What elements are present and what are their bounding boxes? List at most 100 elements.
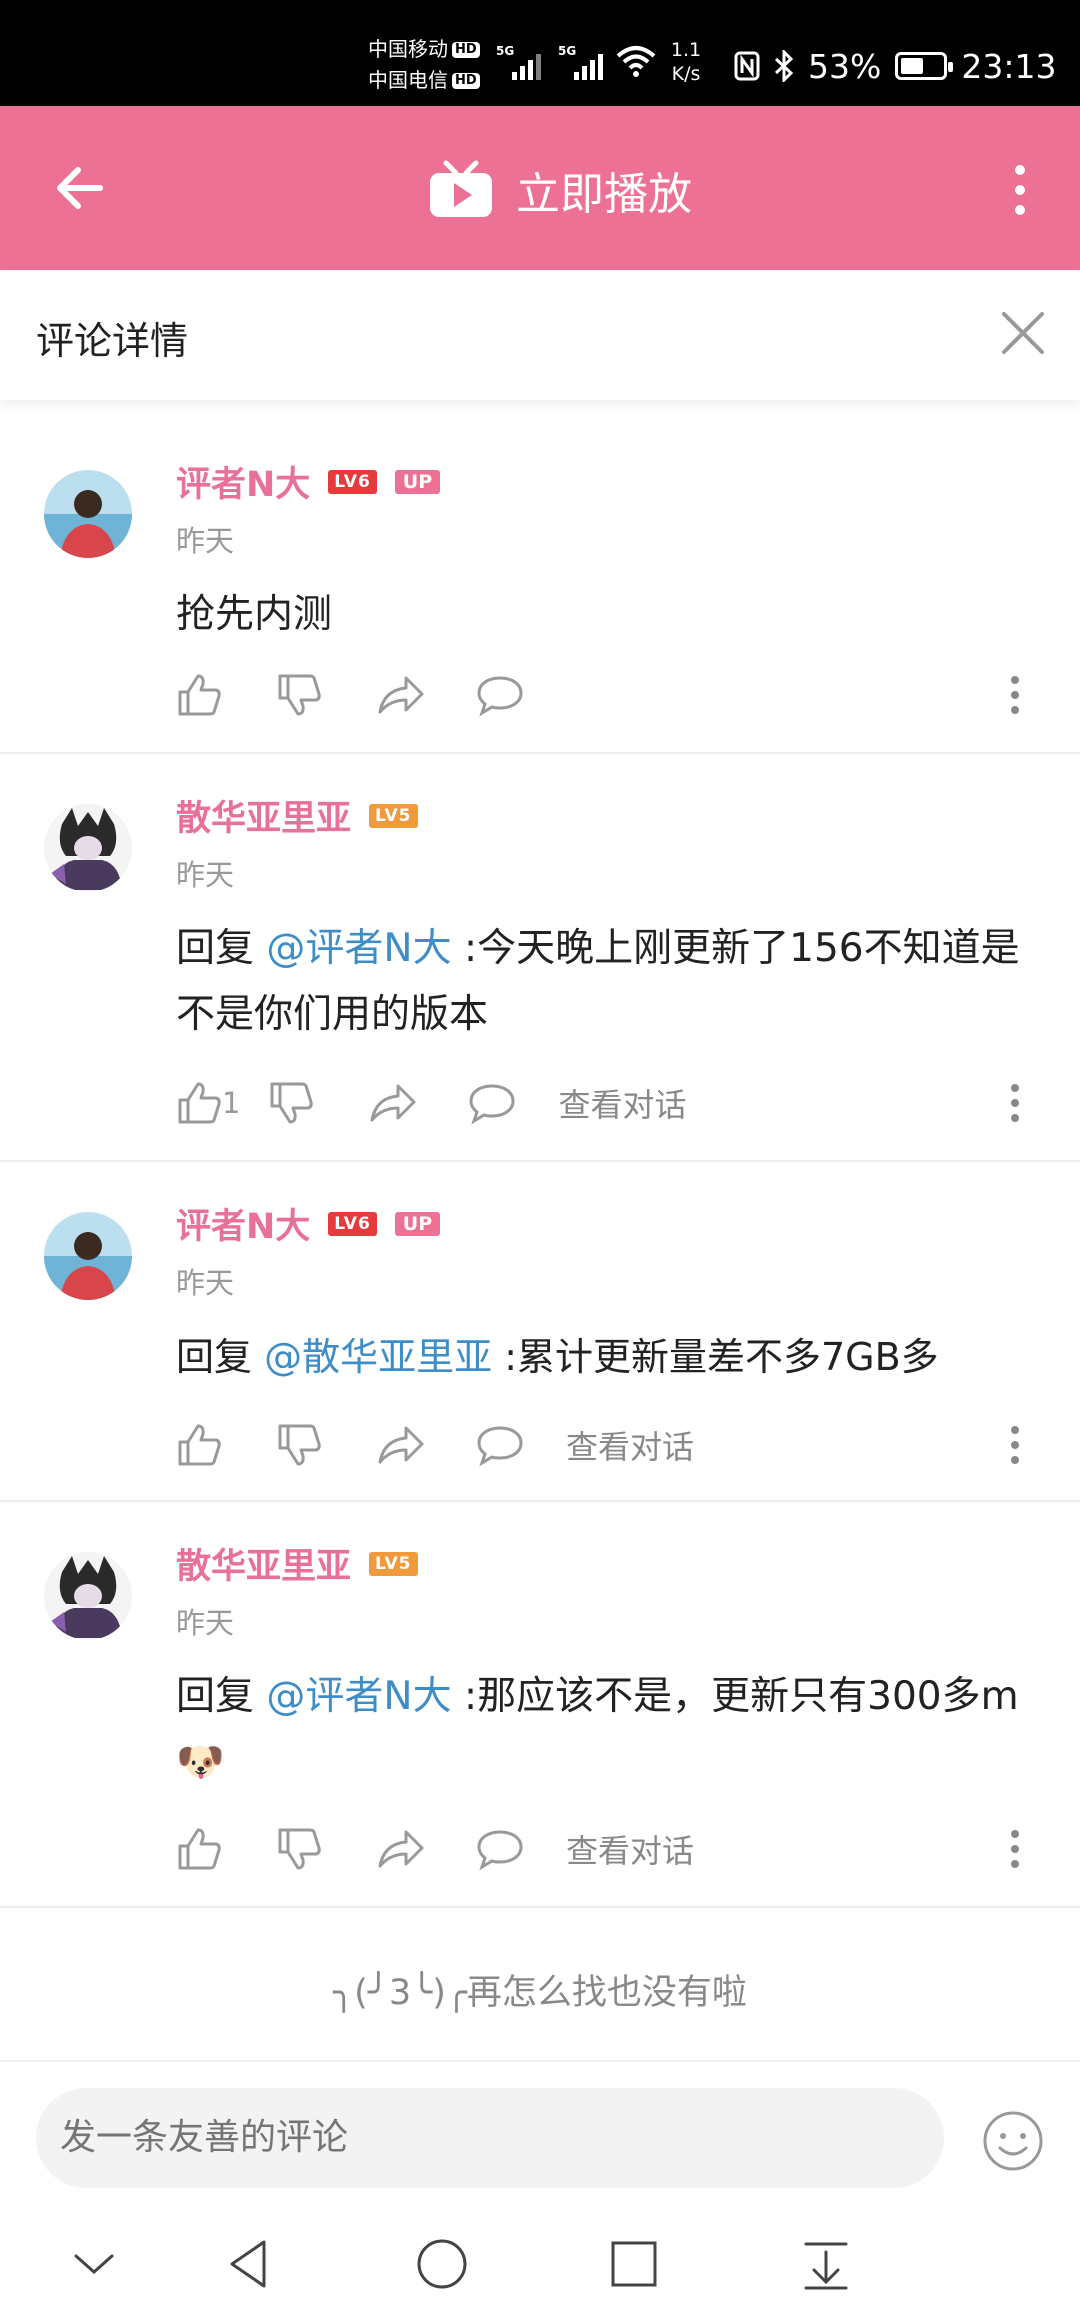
battery-icon [895, 52, 954, 80]
comment-input[interactable] [36, 2088, 944, 2188]
comment-item: 评者N大 LV6 UP 昨天 回复 @散华亚里亚 :累计更新量差不多7GB多 查… [0, 1162, 1080, 1502]
thumb-up-icon [178, 1424, 221, 1466]
chevron-down-icon[interactable] [64, 2234, 124, 2294]
signal-icon: 5G [558, 44, 608, 80]
dislike-button[interactable] [276, 670, 336, 720]
share-button[interactable] [376, 670, 436, 720]
view-conversation-link[interactable]: 查看对话 [558, 1080, 686, 1126]
reply-prefix: 回复 [176, 926, 267, 971]
mention-link[interactable]: @评者N大 [266, 926, 451, 971]
username[interactable]: 散华亚里亚 LV5 [176, 1538, 418, 1589]
share-button[interactable] [376, 1420, 436, 1470]
clock: 23:13 [961, 46, 1057, 86]
username[interactable]: 评者N大 LV6 UP [176, 456, 441, 507]
share-arrow-icon [370, 1084, 416, 1122]
username[interactable]: 散华亚里亚 LV5 [176, 790, 418, 841]
close-icon[interactable] [1000, 310, 1046, 356]
speed-value: 1.1 [670, 39, 702, 61]
level-badge: LV5 [369, 803, 418, 828]
arrow-left-icon[interactable] [50, 156, 114, 220]
username[interactable]: 评者N大 LV6 UP [176, 1198, 441, 1249]
emoji-face-icon[interactable] [982, 2110, 1044, 2172]
comment-bubble-icon [477, 1426, 523, 1467]
thumb-down-icon [278, 674, 321, 716]
thumb-up-icon [178, 1828, 221, 1870]
recents-square-icon[interactable] [604, 2234, 664, 2294]
comment-time: 昨天 [176, 524, 235, 558]
more-vertical-icon[interactable] [1000, 1824, 1030, 1874]
hd-badge: HD [452, 41, 480, 58]
more-vertical-icon[interactable] [1000, 1420, 1030, 1470]
reply-button[interactable] [476, 670, 536, 720]
reply-button[interactable] [476, 1824, 536, 1874]
level-badge: LV5 [369, 1551, 418, 1576]
reply-button[interactable] [468, 1078, 528, 1128]
carrier-1: 中国移动 [368, 37, 448, 61]
comment-item: 散华亚里亚 LV5 昨天 回复 @评者N大 :那应该不是，更新只有300多m🐶 … [0, 1502, 1080, 1908]
speed-unit: K/s [671, 63, 701, 85]
username-text: 散华亚里亚 [176, 1547, 352, 1587]
back-triangle-icon[interactable] [220, 2234, 280, 2294]
comment-text: 回复 @散华亚里亚 :累计更新量差不多7GB多 [176, 1324, 1056, 1390]
share-button[interactable] [368, 1078, 428, 1128]
mention-link[interactable]: @评者N大 [266, 1674, 451, 1719]
view-conversation-link[interactable]: 查看对话 [566, 1826, 694, 1872]
thumb-down-icon [270, 1082, 314, 1124]
comment-bubble-icon [477, 1830, 523, 1871]
avatar[interactable] [44, 1212, 132, 1300]
up-badge: UP [394, 469, 441, 494]
battery-percent: 53% [808, 46, 882, 86]
carrier-2: 中国电信 [368, 68, 448, 92]
comment-bubble-icon [477, 676, 523, 717]
play-now-button[interactable]: 立即播放 [428, 158, 692, 222]
play-now-label: 立即播放 [516, 169, 692, 220]
comment-bubble-icon [469, 1084, 515, 1125]
home-circle-icon[interactable] [412, 2234, 472, 2294]
network-speed: 1.1 K/s [666, 38, 706, 86]
comment-actions: 查看对话 [176, 1420, 694, 1470]
comment-detail-header: 评论详情 [0, 270, 1080, 400]
comment-actions: 1 查看对话 [176, 1078, 686, 1128]
thumb-up-icon [178, 674, 221, 716]
dislike-button[interactable] [276, 1824, 336, 1874]
thumb-up-icon [178, 1082, 221, 1124]
comment-item: 散华亚里亚 LV5 昨天 回复 @评者N大 :今天晚上刚更新了156不知道是不是… [0, 754, 1080, 1162]
share-arrow-icon [378, 1426, 424, 1464]
wifi-icon [616, 46, 656, 77]
dislike-button[interactable] [276, 1420, 336, 1470]
level-badge: LV6 [328, 1211, 377, 1236]
dog-emoji: 🐶 [176, 1740, 225, 1785]
like-button[interactable] [176, 1824, 236, 1874]
share-button[interactable] [376, 1824, 436, 1874]
more-vertical-icon[interactable] [1000, 670, 1030, 720]
thumb-down-icon [278, 1828, 321, 1870]
carrier-info: 中国移动 HD 中国电信 HD [368, 34, 488, 96]
more-vertical-icon[interactable] [1000, 158, 1040, 222]
mention-link[interactable]: @散华亚里亚 [264, 1335, 492, 1379]
dislike-button[interactable] [268, 1078, 328, 1128]
like-button[interactable] [176, 1420, 236, 1470]
username-text: 评者N大 [176, 465, 311, 505]
thumb-down-icon [278, 1424, 321, 1466]
avatar[interactable] [44, 1552, 132, 1640]
up-badge: UP [394, 1211, 441, 1236]
app-bar: 立即播放 [0, 106, 1080, 270]
like-count: 1 [222, 1086, 241, 1120]
notification-pull-icon[interactable] [796, 2234, 856, 2294]
signal-icon: 5G [496, 44, 546, 80]
comment-text: 回复 @评者N大 :今天晚上刚更新了156不知道是不是你们用的版本 [176, 916, 1046, 1048]
avatar[interactable] [44, 804, 132, 892]
comment-actions [176, 670, 536, 720]
more-vertical-icon[interactable] [1000, 1078, 1030, 1128]
nfc-icon [734, 51, 760, 81]
comment-time: 昨天 [176, 1266, 235, 1300]
reply-button[interactable] [476, 1420, 536, 1470]
avatar[interactable] [44, 470, 132, 558]
like-button[interactable] [176, 670, 236, 720]
share-arrow-icon [378, 1830, 424, 1868]
system-nav-bar [0, 2204, 1080, 2324]
comment-time: 昨天 [176, 1606, 235, 1640]
view-conversation-link[interactable]: 查看对话 [566, 1422, 694, 1468]
page-title: 评论详情 [36, 319, 189, 363]
comment-body: 抢先内测 [176, 592, 333, 637]
